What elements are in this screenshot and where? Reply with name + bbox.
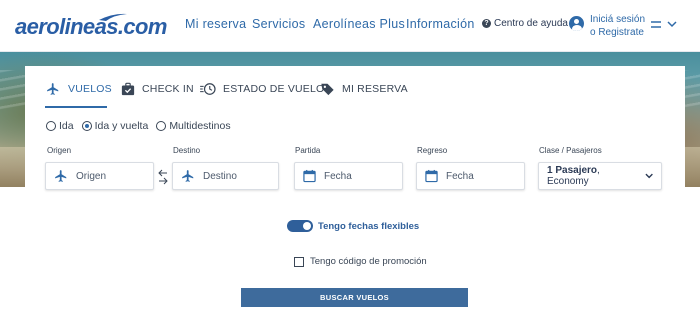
- suitcase-check-icon: [121, 82, 135, 96]
- destination-placeholder: Destino: [203, 170, 237, 182]
- flexible-dates-label: Tengo fechas flexibles: [318, 220, 420, 232]
- tab-mi-reserva-label: MI RESERVA: [342, 83, 408, 95]
- nav-aerolineas-plus[interactable]: Aerolíneas Plus: [313, 17, 405, 31]
- tab-mi-reserva[interactable]: MI RESERVA: [320, 82, 408, 96]
- nav-informacion[interactable]: Información: [406, 17, 475, 31]
- user-icon[interactable]: [569, 16, 584, 31]
- question-icon: ?: [482, 19, 491, 28]
- return-label: Regreso: [417, 146, 448, 155]
- plane-icon: [182, 170, 194, 182]
- passenger-count: 1 Pasajero: [547, 165, 598, 176]
- tag-icon: [321, 83, 334, 96]
- radio-multidestinos[interactable]: Multidestinos: [156, 120, 231, 132]
- tab-estado-label: ESTADO DE VUELO: [223, 83, 325, 95]
- destination-label: Destino: [173, 146, 201, 155]
- flight-status-clock-icon: [200, 83, 216, 95]
- tab-estado-de-vuelo[interactable]: ESTADO DE VUELO: [200, 82, 324, 96]
- menu-toggle-icon[interactable]: [650, 18, 680, 32]
- radio-multidestinos-dot[interactable]: [156, 121, 167, 131]
- calendar-icon: [303, 169, 316, 183]
- class-passengers-select[interactable]: 1 Pasajero, Economy: [538, 162, 662, 190]
- tab-check-in-label: CHECK IN: [142, 83, 194, 95]
- radio-ida-label: Ida: [59, 120, 74, 132]
- login-link[interactable]: Iniciá sesión o Registrate: [590, 13, 645, 39]
- chevron-down-icon: [645, 173, 653, 179]
- calendar-icon: [425, 169, 438, 183]
- tab-check-in[interactable]: CHECK IN: [121, 82, 194, 96]
- flexible-dates-toggle[interactable]: [287, 220, 313, 232]
- departure-placeholder: Fecha: [324, 170, 352, 182]
- radio-multidestinos-label: Multidestinos: [169, 120, 231, 132]
- class-passengers-value: 1 Pasajero, Economy: [547, 165, 637, 187]
- help-center-link[interactable]: ? Centro de ayuda: [482, 18, 568, 29]
- search-flights-button[interactable]: BUSCAR VUELOS: [241, 288, 468, 307]
- origin-label: Origen: [47, 146, 72, 155]
- site-header: aerolineas.com Mi reserva Servicios Aero…: [0, 0, 700, 52]
- login-line-1: Iniciá sesión: [590, 14, 646, 25]
- trip-type-group: Ida Ida y vuelta Multidestinos: [46, 120, 231, 132]
- radio-ida-y-vuelta[interactable]: Ida y vuelta: [81, 120, 149, 132]
- promo-code-checkbox[interactable]: [294, 256, 304, 267]
- tab-vuelos[interactable]: VUELOS: [45, 82, 112, 96]
- origin-field[interactable]: Origen: [45, 162, 154, 190]
- nav-servicios[interactable]: Servicios: [252, 17, 305, 31]
- radio-ida[interactable]: Ida: [46, 120, 74, 132]
- swap-arrows-icon[interactable]: [158, 167, 168, 187]
- return-date-field[interactable]: Fecha: [416, 162, 525, 190]
- departure-label: Partida: [295, 146, 321, 155]
- login-line-2: o Registrate: [590, 27, 644, 38]
- nav-mi-reserva[interactable]: Mi reserva: [185, 17, 246, 31]
- help-center-label: Centro de ayuda: [494, 18, 568, 29]
- plane-icon: [55, 170, 67, 182]
- departure-date-field[interactable]: Fecha: [294, 162, 403, 190]
- aerolineas-logo[interactable]: aerolineas.com: [15, 14, 167, 40]
- logo-swoosh-icon: [99, 13, 127, 21]
- radio-ida-y-vuelta-label: Ida y vuelta: [94, 120, 149, 132]
- promo-code-row: Tengo código de promoción: [294, 256, 427, 267]
- return-placeholder: Fecha: [446, 170, 474, 182]
- promo-code-label: Tengo código de promoción: [310, 256, 427, 267]
- origin-placeholder: Origen: [76, 170, 107, 182]
- radio-ida-dot[interactable]: [46, 121, 56, 131]
- active-tab-indicator: [45, 106, 107, 108]
- destination-field[interactable]: Destino: [172, 162, 279, 190]
- class-label: Clase / Pasajeros: [539, 146, 602, 155]
- plane-icon: [47, 83, 59, 95]
- radio-ida-y-vuelta-dot[interactable]: [81, 121, 92, 131]
- tab-vuelos-label: VUELOS: [68, 83, 112, 95]
- booking-panel: VUELOS CHECK IN ESTADO DE VUELO MI RESER…: [25, 66, 685, 313]
- flexible-dates-row: Tengo fechas flexibles: [287, 220, 419, 232]
